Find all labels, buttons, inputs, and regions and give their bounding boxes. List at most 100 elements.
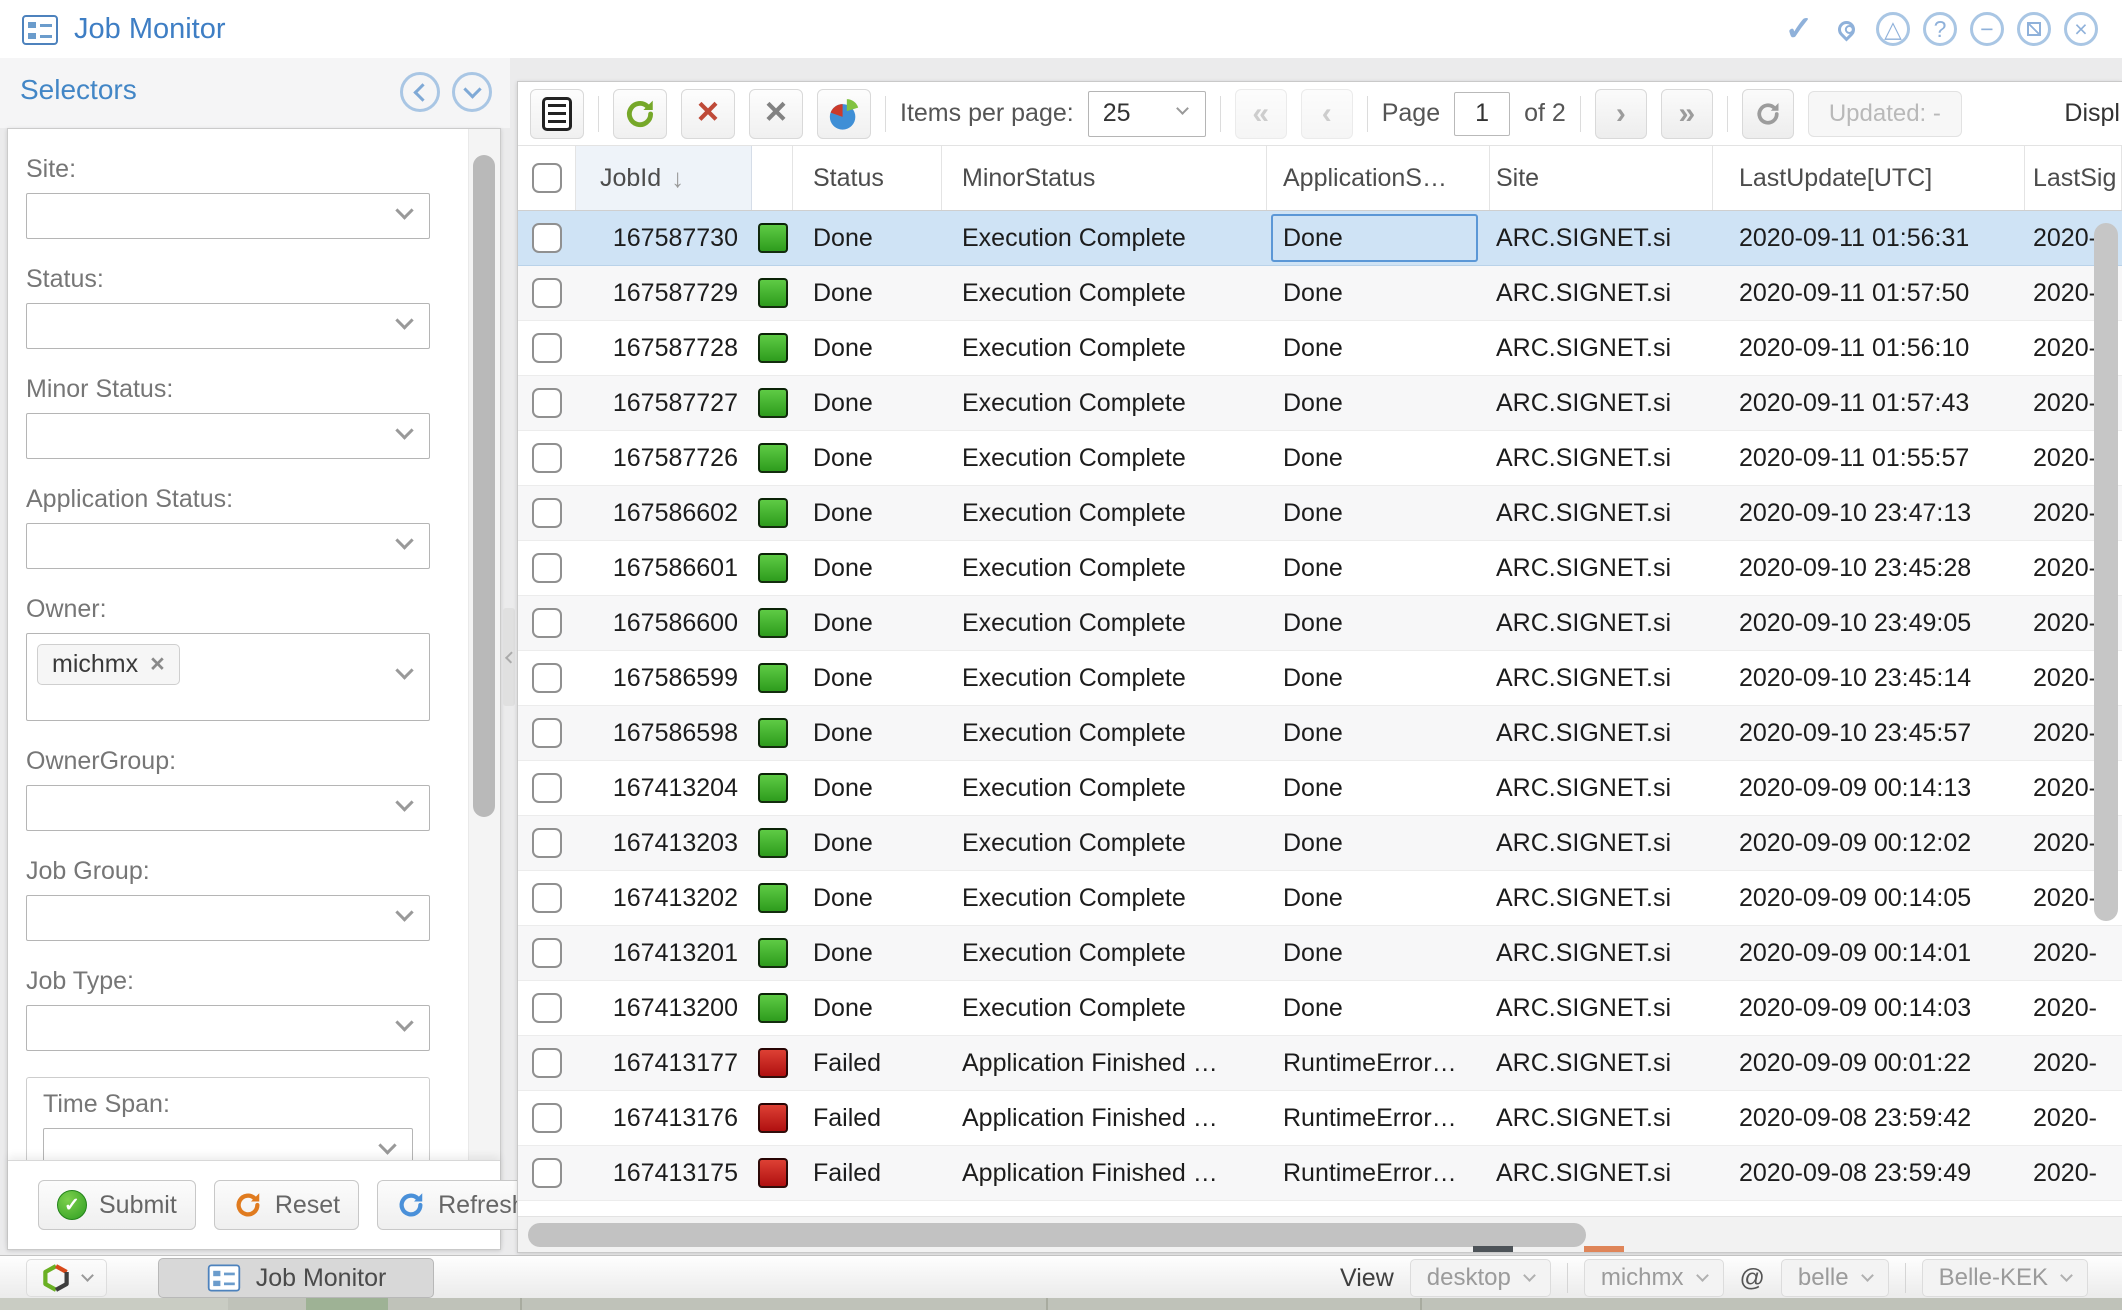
- table-row[interactable]: 167413200DoneExecution CompleteDoneARC.S…: [518, 981, 2122, 1036]
- horizontal-scrollbar[interactable]: [518, 1216, 2122, 1252]
- table-row[interactable]: 167413202DoneExecution CompleteDoneARC.S…: [518, 871, 2122, 926]
- site-select[interactable]: [26, 193, 430, 239]
- row-checkbox[interactable]: [532, 278, 562, 308]
- next-page-button[interactable]: ›: [1595, 89, 1647, 139]
- row-checkbox[interactable]: [532, 333, 562, 363]
- row-checkbox[interactable]: [532, 553, 562, 583]
- row-checkbox[interactable]: [532, 443, 562, 473]
- row-checkbox[interactable]: [532, 388, 562, 418]
- remove-tag-icon[interactable]: [150, 652, 165, 677]
- items-per-page-select[interactable]: 25: [1088, 91, 1206, 137]
- main-menu-button[interactable]: [26, 1259, 107, 1297]
- auto-refresh-button[interactable]: [1742, 89, 1794, 139]
- taskbar-job-monitor-button[interactable]: Job Monitor: [158, 1258, 434, 1298]
- updated-button[interactable]: Updated: -: [1808, 91, 1962, 137]
- minor-status-select[interactable]: [26, 413, 430, 459]
- owner-tag-label: michmx: [52, 650, 138, 679]
- row-checkbox[interactable]: [532, 223, 562, 253]
- row-checkbox[interactable]: [532, 773, 562, 803]
- location-pin-icon[interactable]: [1829, 12, 1863, 46]
- row-checkbox[interactable]: [532, 608, 562, 638]
- table-row[interactable]: 167587726DoneExecution CompleteDoneARC.S…: [518, 431, 2122, 486]
- column-header[interactable]: MinorStatus: [942, 146, 1267, 210]
- prev-page-button[interactable]: ‹: [1301, 89, 1353, 139]
- site-cell: ARC.SIGNET.si: [1490, 211, 1713, 265]
- first-page-button[interactable]: «: [1235, 89, 1287, 139]
- view-select[interactable]: desktop: [1410, 1259, 1551, 1297]
- table-row[interactable]: 167587729DoneExecution CompleteDoneARC.S…: [518, 266, 2122, 321]
- reset-button[interactable]: Reset: [214, 1180, 359, 1230]
- table-row[interactable]: 167586598DoneExecution CompleteDoneARC.S…: [518, 706, 2122, 761]
- collapse-panel-icon[interactable]: [400, 72, 440, 112]
- last-sign-cell: 2020-: [2025, 981, 2122, 1035]
- kill-job-button[interactable]: ×: [681, 89, 735, 139]
- column-header[interactable]: [752, 146, 793, 210]
- panel-menu-icon[interactable]: [452, 72, 492, 112]
- table-row[interactable]: 167586599DoneExecution CompleteDoneARC.S…: [518, 651, 2122, 706]
- column-header[interactable]: ApplicationS…: [1267, 146, 1490, 210]
- collapse-up-icon[interactable]: △: [1876, 12, 1910, 46]
- application-status-cell: Done: [1267, 211, 1490, 265]
- unpin-icon[interactable]: [2017, 12, 2051, 46]
- column-header[interactable]: JobId↓: [576, 146, 752, 210]
- minor-status-cell: Execution Complete: [942, 926, 1267, 980]
- group-select[interactable]: belle: [1781, 1259, 1889, 1297]
- row-checkbox[interactable]: [532, 718, 562, 748]
- table-row[interactable]: 167587727DoneExecution CompleteDoneARC.S…: [518, 376, 2122, 431]
- column-header[interactable]: Site: [1490, 146, 1713, 210]
- row-checkbox[interactable]: [532, 883, 562, 913]
- ownergroup-select[interactable]: [26, 785, 430, 831]
- row-checkbox[interactable]: [532, 1103, 562, 1133]
- table-row[interactable]: 167413201DoneExecution CompleteDoneARC.S…: [518, 926, 2122, 981]
- panel-scrollbar-thumb[interactable]: [473, 155, 495, 817]
- vertical-scrollbar-thumb[interactable]: [2094, 223, 2118, 921]
- panel-splitter[interactable]: [503, 608, 515, 706]
- owner-select[interactable]: michmx: [26, 633, 430, 721]
- column-header[interactable]: LastUpdate[UTC]: [1713, 146, 2025, 210]
- time-span-select[interactable]: [43, 1128, 413, 1160]
- horizontal-scrollbar-thumb[interactable]: [528, 1223, 1586, 1247]
- check-icon[interactable]: ✓: [1782, 12, 1816, 46]
- table-row[interactable]: 167413175FailedApplication Finished …Run…: [518, 1146, 2122, 1201]
- minimize-icon[interactable]: −: [1970, 12, 2004, 46]
- items-per-page-label: Items per page:: [900, 99, 1074, 128]
- menu-button[interactable]: [530, 89, 584, 139]
- table-row[interactable]: 167586601DoneExecution CompleteDoneARC.S…: [518, 541, 2122, 596]
- application-status-cell: RuntimeError…: [1267, 1036, 1490, 1090]
- delete-job-button[interactable]: ×: [749, 89, 803, 139]
- table-row[interactable]: 167587730DoneExecution CompleteDoneARC.S…: [518, 211, 2122, 266]
- table-body: 167587730DoneExecution CompleteDoneARC.S…: [518, 211, 2122, 1201]
- table-row[interactable]: 167586600DoneExecution CompleteDoneARC.S…: [518, 596, 2122, 651]
- column-header[interactable]: LastSig: [2025, 146, 2122, 210]
- table-row[interactable]: 167413203DoneExecution CompleteDoneARC.S…: [518, 816, 2122, 871]
- jobid-cell: 167587726: [576, 431, 752, 485]
- row-checkbox[interactable]: [532, 1158, 562, 1188]
- table-row[interactable]: 167413177FailedApplication Finished …Run…: [518, 1036, 2122, 1091]
- row-checkbox[interactable]: [532, 938, 562, 968]
- table-row[interactable]: 167586602DoneExecution CompleteDoneARC.S…: [518, 486, 2122, 541]
- panel-scrollbar[interactable]: [468, 129, 500, 1160]
- row-checkbox[interactable]: [532, 498, 562, 528]
- page-input[interactable]: [1454, 92, 1510, 136]
- setup-select[interactable]: Belle-KEK: [1922, 1259, 2088, 1297]
- select-all-checkbox[interactable]: [532, 163, 562, 193]
- help-icon[interactable]: ?: [1923, 12, 1957, 46]
- close-icon[interactable]: ×: [2064, 12, 2098, 46]
- refresh-jobs-button[interactable]: [613, 89, 667, 139]
- job-group-select[interactable]: [26, 895, 430, 941]
- row-checkbox[interactable]: [532, 828, 562, 858]
- table-row[interactable]: 167587728DoneExecution CompleteDoneARC.S…: [518, 321, 2122, 376]
- row-checkbox[interactable]: [532, 663, 562, 693]
- job-type-select[interactable]: [26, 1005, 430, 1051]
- row-checkbox[interactable]: [532, 993, 562, 1023]
- application-status-select[interactable]: [26, 523, 430, 569]
- column-header[interactable]: Status: [793, 146, 942, 210]
- table-row[interactable]: 167413204DoneExecution CompleteDoneARC.S…: [518, 761, 2122, 816]
- statistics-button[interactable]: [817, 89, 871, 139]
- user-select[interactable]: michmx: [1584, 1259, 1724, 1297]
- table-row[interactable]: 167413176FailedApplication Finished …Run…: [518, 1091, 2122, 1146]
- last-page-button[interactable]: »: [1661, 89, 1713, 139]
- row-checkbox[interactable]: [532, 1048, 562, 1078]
- submit-button[interactable]: Submit: [38, 1180, 196, 1230]
- status-select[interactable]: [26, 303, 430, 349]
